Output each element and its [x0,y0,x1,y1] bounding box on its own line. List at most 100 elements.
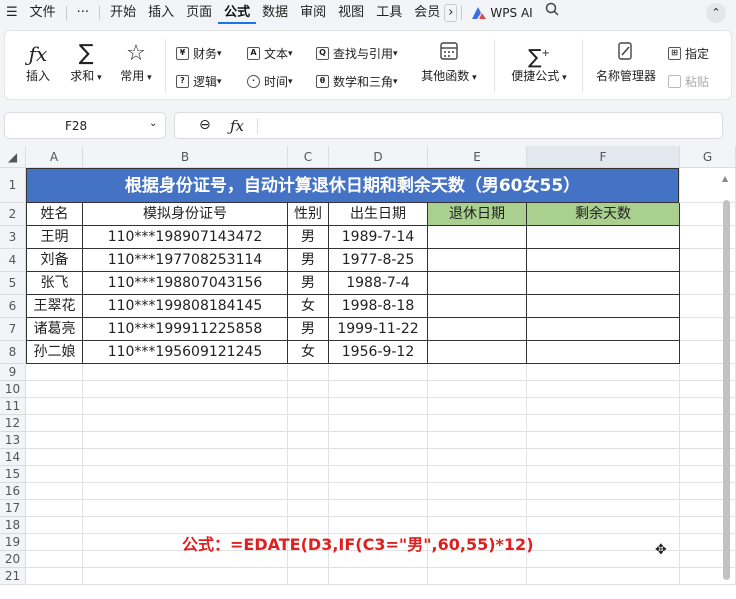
table-header[interactable]: 模拟身份证号 [83,203,288,226]
column-header-b[interactable]: B [83,146,288,168]
table-cell[interactable] [527,249,680,272]
table-cell[interactable]: 王翠花 [26,295,83,318]
table-cell[interactable] [428,272,527,295]
grid-cell[interactable] [26,415,83,432]
table-cell[interactable] [527,226,680,249]
grid-cell[interactable] [428,466,527,483]
table-cell[interactable]: 110***195609121245 [83,341,288,364]
table-cell[interactable]: 男 [288,272,329,295]
grid-cell[interactable] [83,415,288,432]
table-cell[interactable] [428,295,527,318]
row-header-3[interactable]: 3 [0,226,26,249]
table-cell[interactable] [527,272,680,295]
grid-cell[interactable] [527,449,680,466]
table-cell[interactable]: 1998-8-18 [329,295,428,318]
row-header-2[interactable]: 2 [0,203,26,226]
row-header-12[interactable]: 12 [0,415,26,432]
column-header-c[interactable]: C [288,146,329,168]
row-header-16[interactable]: 16 [0,483,26,500]
scrollbar-thumb[interactable] [723,200,730,580]
table-header[interactable]: 姓名 [26,203,83,226]
grid-cell[interactable] [329,432,428,449]
table-cell[interactable]: 1988-7-4 [329,272,428,295]
grid-cell[interactable] [288,381,329,398]
table-header[interactable]: 退休日期 [428,203,527,226]
table-cell[interactable]: 孙二娘 [26,341,83,364]
row-header-17[interactable]: 17 [0,500,26,517]
grid-cell[interactable] [329,415,428,432]
grid-cell[interactable] [288,432,329,449]
grid-cell[interactable] [26,381,83,398]
grid-cell[interactable] [428,364,527,381]
tab-member[interactable]: 会员 [408,0,444,26]
grid-cell[interactable] [288,483,329,500]
time-button[interactable]: · 时间 ▾ [247,73,293,90]
grid-cell[interactable] [329,449,428,466]
grid-cell[interactable] [26,500,83,517]
row-header-13[interactable]: 13 [0,432,26,449]
name-box[interactable]: F28 ⌄ [4,112,166,139]
paste-button[interactable]: 粘贴 [668,73,709,90]
common-functions-button[interactable]: ☆ 常用 ▾ [113,41,159,84]
select-all-corner[interactable]: ◢ [0,146,26,168]
column-header-d[interactable]: D [329,146,428,168]
grid-cell[interactable] [26,364,83,381]
grid-cell[interactable] [26,568,83,585]
column-header-e[interactable]: E [428,146,527,168]
column-header-a[interactable]: A [26,146,83,168]
tab-formula[interactable]: 公式 [218,2,257,24]
assign-button[interactable]: ⊞ 指定 [668,45,709,62]
table-header[interactable]: 性别 [288,203,329,226]
text-button[interactable]: A 文本 ▾ [247,45,293,62]
wps-ai-button[interactable]: WPS AI [466,0,538,26]
tab-home[interactable]: 开始 [104,0,142,26]
autosum-button[interactable]: ∑ 求和 ▾ [63,41,109,84]
row-header-5[interactable]: 5 [0,272,26,295]
grid-cell[interactable] [288,364,329,381]
table-cell[interactable]: 男 [288,249,329,272]
grid-cell[interactable] [26,398,83,415]
row-header-10[interactable]: 10 [0,381,26,398]
grid-cell[interactable] [83,398,288,415]
name-manager-button[interactable]: 名称管理器 [591,41,661,84]
table-cell[interactable] [527,318,680,341]
grid-cell[interactable] [428,381,527,398]
grid-cell[interactable] [428,500,527,517]
table-cell[interactable]: 男 [288,318,329,341]
search-icon[interactable] [539,0,565,26]
grid-cell[interactable] [26,466,83,483]
row-header-8[interactable]: 8 [0,341,26,364]
table-cell[interactable] [428,226,527,249]
table-cell[interactable] [428,341,527,364]
table-cell[interactable]: 110***197708253114 [83,249,288,272]
row-header-19[interactable]: 19 [0,534,26,551]
column-header-g[interactable]: G [680,146,736,168]
tab-data[interactable]: 数据 [256,0,294,26]
grid-cell[interactable] [83,432,288,449]
tab-page[interactable]: 页面 [180,0,218,26]
table-cell[interactable]: 110***198907143472 [83,226,288,249]
table-cell[interactable]: 女 [288,341,329,364]
grid-cell[interactable] [83,449,288,466]
grid-cell[interactable] [329,381,428,398]
table-cell[interactable] [527,341,680,364]
row-header-14[interactable]: 14 [0,449,26,466]
table-cell[interactable]: 王明 [26,226,83,249]
grid-cell[interactable] [527,432,680,449]
grid-cell[interactable] [83,364,288,381]
grid-cell[interactable] [428,398,527,415]
grid-cell[interactable] [288,449,329,466]
grid-cell[interactable] [83,483,288,500]
row-header-9[interactable]: 9 [0,364,26,381]
grid-cell[interactable] [527,364,680,381]
row-header-4[interactable]: 4 [0,249,26,272]
table-cell[interactable]: 女 [288,295,329,318]
grid-cell[interactable] [26,483,83,500]
insert-function-button[interactable]: ƒx 插入 [19,41,57,84]
grid-cell[interactable] [83,381,288,398]
lookup-button[interactable]: Q 查找与引用 ▾ [316,45,398,62]
table-cell[interactable]: 110***199911225858 [83,318,288,341]
table-cell[interactable]: 110***198807043156 [83,272,288,295]
more-icon[interactable]: ··· [71,0,95,26]
sheet-title[interactable]: 根据身份证号，自动计算退休日期和剩余天数（男60女55） [26,168,679,203]
